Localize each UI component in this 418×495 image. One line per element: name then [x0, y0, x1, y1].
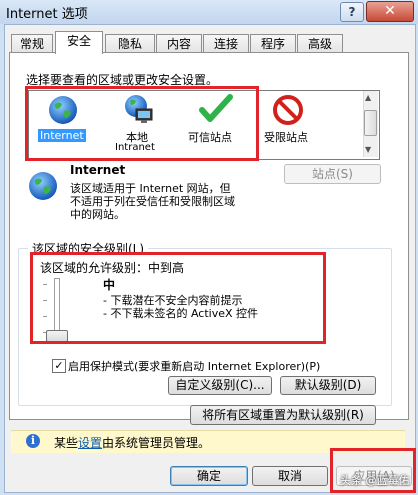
settings-link[interactable]: 设置 — [78, 436, 102, 450]
tab-connections[interactable]: 连接 — [203, 34, 249, 53]
custom-level-button[interactable]: 自定义级别(C)... — [168, 376, 272, 395]
tab-privacy[interactable]: 隐私 — [105, 34, 155, 53]
tab-security[interactable]: 安全 — [55, 31, 103, 54]
close-button[interactable]: ✕ — [366, 1, 414, 22]
scroll-up-icon[interactable]: ▲ — [365, 93, 371, 102]
info-suffix: 由系统管理员管理。 — [102, 436, 211, 450]
protected-mode-checkbox[interactable]: ✓ — [52, 359, 66, 373]
reset-all-zones-button[interactable]: 将所有区域重置为默认级别(R) — [190, 405, 376, 425]
tab-programs[interactable]: 程序 — [250, 34, 296, 53]
default-level-button[interactable]: 默认级别(D) — [280, 376, 376, 395]
window-title: Internet 选项 — [6, 7, 88, 22]
zones-highlight-box — [25, 86, 259, 161]
ok-button[interactable]: 确定 — [170, 466, 248, 486]
cancel-button[interactable]: 取消 — [252, 466, 328, 486]
globe-large-icon — [27, 170, 59, 202]
tab-content[interactable]: 内容 — [156, 34, 202, 53]
zone-info-description: 该区域适用于 Internet 网站，但 不适用于列在受信任和受限制区域 中的网… — [70, 182, 235, 221]
tab-advanced[interactable]: 高级 — [297, 34, 343, 53]
help-button[interactable]: ? — [340, 2, 364, 22]
zone-info-title: Internet — [70, 163, 126, 177]
level-highlight-box — [30, 252, 326, 344]
sites-button[interactable]: 站点(S) — [284, 164, 381, 184]
protected-mode-label[interactable]: 启用保护模式(要求重新启动 Internet Explorer)(P) — [68, 358, 320, 374]
zone-restricted-label[interactable]: 受限站点 — [264, 129, 308, 145]
scroll-down-icon[interactable]: ▼ — [365, 145, 371, 154]
watermark: 头条 @蓝莓佑 — [340, 474, 410, 487]
info-text: 某些设置由系统管理员管理。 — [54, 434, 210, 451]
info-prefix: 某些 — [54, 436, 79, 450]
info-icon: i — [26, 434, 40, 448]
no-entry-icon[interactable] — [272, 94, 304, 126]
scroll-thumb[interactable] — [364, 110, 377, 136]
tab-general[interactable]: 常规 — [11, 34, 53, 53]
